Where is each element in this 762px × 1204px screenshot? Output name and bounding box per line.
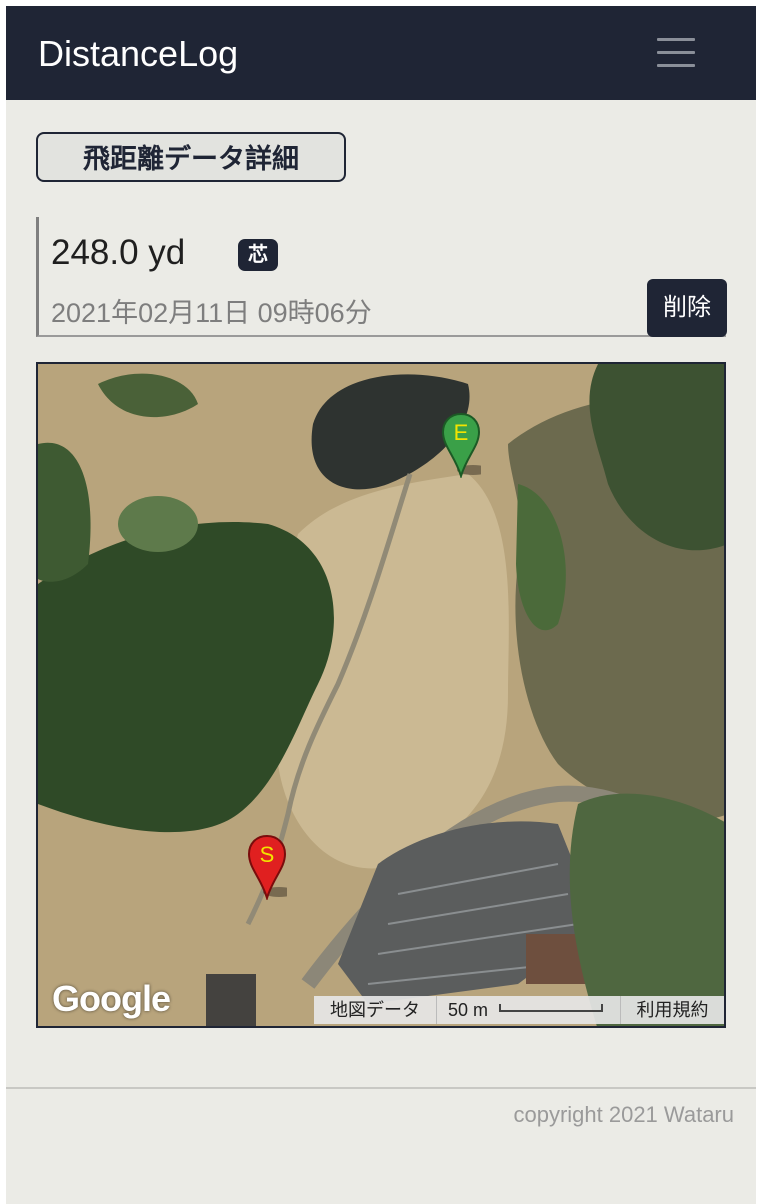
scale-bar — [499, 1004, 603, 1012]
footer-divider — [6, 1087, 756, 1089]
map-attribution-bar: 地図データ 50 m 利用規約 — [314, 996, 724, 1024]
end-marker-label: E — [454, 420, 469, 445]
google-logo: Google — [52, 978, 171, 1019]
terms-link[interactable]: 利用規約 — [621, 996, 724, 1024]
end-marker-icon[interactable]: E — [441, 412, 481, 478]
copyright-text: copyright 2021 Wataru — [513, 1102, 734, 1127]
record-datetime: 2021年02月11日 09時06分 — [51, 298, 372, 328]
distance-value: 248.0 yd — [51, 233, 186, 272]
hamburger-line — [657, 64, 695, 67]
brand-logo[interactable]: DistanceLog — [38, 32, 238, 76]
start-marker-icon[interactable]: S — [247, 834, 287, 900]
sweet-spot-badge: 芯 — [238, 239, 278, 271]
delete-button[interactable]: 削除 — [647, 279, 727, 337]
app-frame: DistanceLog 飛距離データ詳細 248.0 yd 芯 2021年02月… — [6, 6, 756, 1204]
distance-record: 248.0 yd 芯 2021年02月11日 09時06分 削除 — [36, 217, 727, 337]
hamburger-line — [657, 51, 695, 54]
start-marker-label: S — [260, 842, 275, 867]
map-data-link[interactable]: 地図データ — [314, 996, 437, 1024]
scale-label: 50 m — [448, 1000, 489, 1020]
section-title: 飛距離データ詳細 — [36, 132, 346, 182]
hamburger-line — [657, 38, 695, 41]
navbar: DistanceLog — [6, 6, 756, 100]
map-view[interactable]: E S Google 地図データ 50 m 利用規約 — [36, 362, 726, 1028]
satellite-imagery — [38, 364, 724, 1026]
map-scale[interactable]: 50 m — [436, 996, 621, 1024]
hamburger-icon[interactable] — [657, 36, 695, 70]
